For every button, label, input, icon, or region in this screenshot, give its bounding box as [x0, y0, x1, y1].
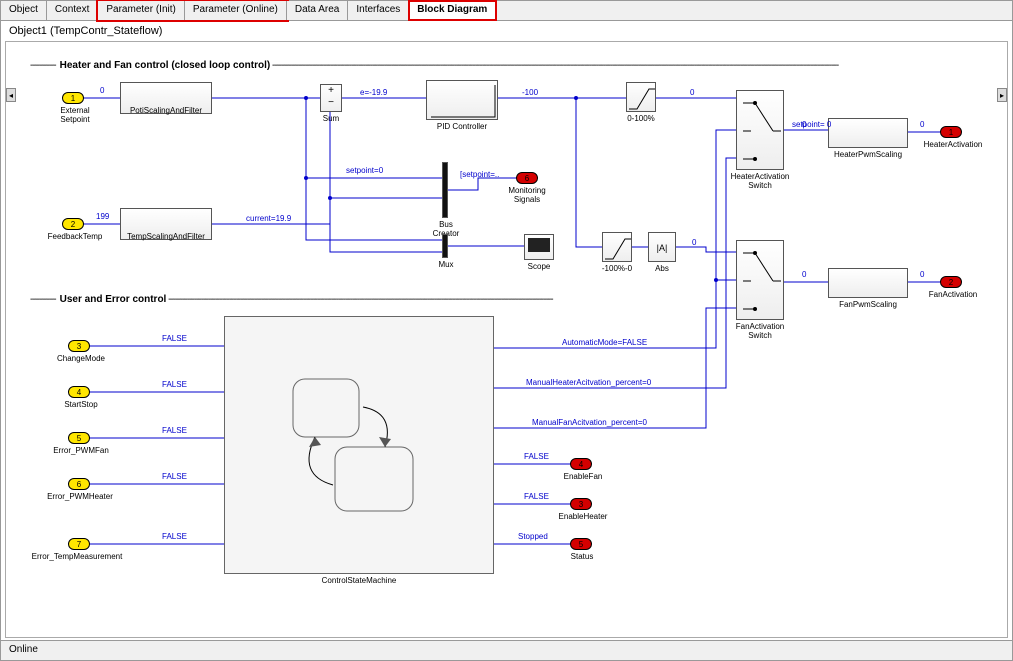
tab-parameter-init[interactable]: Parameter (Init) [98, 1, 184, 20]
diagram-canvas[interactable]: ◂ ▸ Heater and Fan control (closed loop … [5, 41, 1008, 638]
tab-bar: Object Context Parameter (Init) Paramete… [1, 1, 1012, 21]
tab-context[interactable]: Context [47, 1, 98, 20]
page-title: Object1 (TempContr_Stateflow) [1, 21, 1012, 41]
tab-object[interactable]: Object [1, 1, 47, 20]
tab-block-diagram[interactable]: Block Diagram [409, 1, 496, 20]
wires [6, 42, 1008, 638]
status-bar: Online [1, 640, 1012, 660]
tab-interfaces[interactable]: Interfaces [348, 1, 409, 20]
tab-data-area[interactable]: Data Area [287, 1, 348, 20]
tab-parameter-online[interactable]: Parameter (Online) [185, 1, 287, 20]
